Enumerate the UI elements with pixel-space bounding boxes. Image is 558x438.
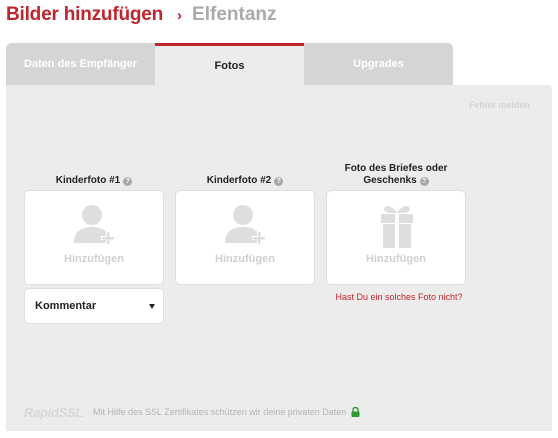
ssl-footer: RapidSSL Mit Hilfe des SSL Zertifikates …: [24, 404, 360, 420]
chevron-down-icon: [149, 304, 155, 309]
help-icon[interactable]: ?: [123, 177, 133, 186]
tab-upgrades[interactable]: Upgrades: [304, 43, 453, 85]
help-icon[interactable]: ?: [274, 177, 284, 186]
add-photo-label: Hinzufügen: [64, 253, 124, 265]
tab-recipient-data[interactable]: Daten des Empfänger: [6, 43, 155, 85]
lock-icon: [351, 407, 360, 417]
gift-icon: [381, 205, 413, 248]
help-icon[interactable]: ?: [419, 177, 429, 186]
tab-photos[interactable]: Fotos: [155, 43, 304, 85]
page-title: Bilder hinzufügen: [6, 4, 164, 25]
person-add-icon: [225, 205, 266, 245]
report-error-link[interactable]: Fehler melden: [469, 100, 530, 110]
add-photo-button[interactable]: Hinzufügen: [326, 190, 466, 285]
add-photo-button[interactable]: Hinzufügen: [24, 190, 164, 285]
photo-slot-label: Kinderfoto #1?: [24, 175, 164, 187]
add-photo-button[interactable]: Hinzufügen: [175, 190, 315, 285]
tab-bar: Daten des Empfänger Fotos Upgrades: [6, 43, 453, 85]
page-header: Bilder hinzufügen › Elfentanz: [6, 4, 277, 30]
ssl-notice: Mit Hilfe des SSL Zertifikates schützen …: [93, 407, 347, 417]
comment-select-value: Kommentar: [35, 300, 97, 312]
rapidssl-logo: RapidSSL: [24, 404, 83, 420]
photos-panel: Fehler melden Kinderfoto #1? Hinzufügen …: [6, 85, 552, 431]
comment-select[interactable]: Kommentar: [24, 288, 164, 324]
product-name: Elfentanz: [192, 4, 277, 25]
add-photo-label: Hinzufügen: [215, 253, 275, 265]
no-photo-link[interactable]: Hast Du ein solches Foto nicht?: [314, 292, 484, 302]
photo-slot-label: Kinderfoto #2?: [175, 175, 315, 187]
person-add-icon: [74, 205, 115, 245]
add-photo-label: Hinzufügen: [366, 253, 426, 265]
photo-slot-label: Foto des Briefes oder Geschenks?: [344, 163, 448, 186]
breadcrumb-separator: ›: [177, 7, 183, 24]
